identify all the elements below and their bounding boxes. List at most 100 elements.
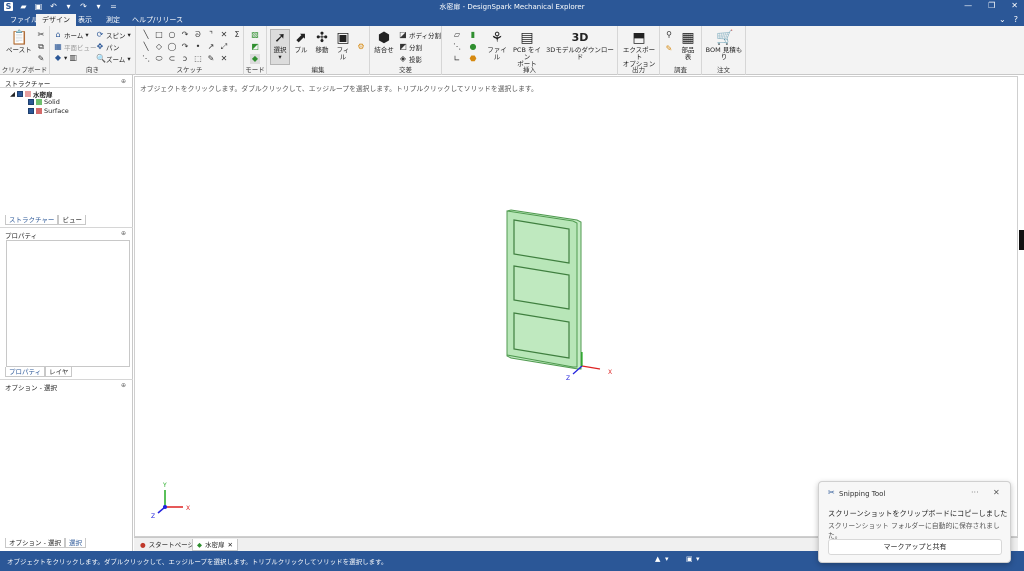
move-button[interactable]: ✣ 移動	[314, 30, 330, 54]
tree-item-solid[interactable]: Solid	[28, 98, 60, 106]
format-icon[interactable]: ✎	[36, 54, 46, 64]
polygon-tool-icon[interactable]: ◇	[154, 42, 164, 52]
pcb-import-button[interactable]: ▤ PCB をイン ポート	[512, 30, 542, 68]
minimize-button[interactable]: —	[964, 1, 972, 10]
tab-view-panel[interactable]: ビュー	[58, 215, 86, 225]
3d-mode-icon[interactable]: ◆	[250, 54, 260, 64]
home-button[interactable]: ⌂ ホーム ▾	[54, 30, 88, 41]
markup-share-button[interactable]: マークアップと共有	[828, 539, 1002, 555]
tangent-line-icon[interactable]: ╲	[141, 42, 151, 52]
fill-extra-icon[interactable]: ⚙	[356, 42, 366, 52]
split-icon: ◩	[399, 42, 407, 51]
status-display-icon[interactable]: ▣	[686, 555, 693, 563]
insert-file-button[interactable]: ⚘ ファイル	[486, 30, 508, 61]
point-tool-icon[interactable]: •	[193, 42, 203, 52]
cylinder-icon[interactable]: ▮	[468, 30, 478, 40]
structure-tabs: ストラクチャー ビュー	[5, 215, 86, 225]
tree-expand-icon[interactable]: ◢	[10, 90, 15, 98]
measure-icon[interactable]: ⚲	[664, 30, 674, 40]
doc-tab-design[interactable]: ◆ 水密扉 ✕	[192, 539, 238, 551]
move-icon: ✣	[316, 30, 328, 46]
3d-model-download-button[interactable]: 3D 3Dモデルのダウンロード	[546, 30, 614, 61]
project-button[interactable]: ◈ 投影	[399, 54, 422, 65]
axis-insert-icon[interactable]: ⋱	[452, 42, 462, 52]
spline-tool-icon[interactable]: ᘐ	[193, 30, 203, 40]
select-button[interactable]: ➚ 選択 ▾	[270, 29, 290, 65]
sketch-group-label: スケッチ	[176, 66, 203, 74]
tab-view[interactable]: 表示	[72, 14, 98, 26]
circle-tool-icon[interactable]: ○	[167, 30, 177, 40]
tab-measure[interactable]: 測定	[100, 14, 126, 26]
origin-insert-icon[interactable]: ∟	[452, 54, 462, 64]
ellipse-tool-icon[interactable]: ⬭	[154, 54, 164, 64]
tab-design[interactable]: デザイン	[36, 14, 76, 26]
tab-select[interactable]: 選択	[64, 538, 86, 548]
pull-button[interactable]: ⬈ プル	[293, 30, 309, 54]
bom-quote-button[interactable]: 🛒 BOM 見積も り	[705, 30, 743, 61]
section-mode-icon[interactable]: ◩	[250, 42, 260, 52]
sketch-mode-icon[interactable]: ▧	[250, 30, 260, 40]
copy-icon[interactable]: ⧉	[36, 42, 46, 52]
restore-button[interactable]: ❐	[988, 1, 995, 10]
tree-item-surface[interactable]: Surface	[28, 107, 69, 115]
tab-help[interactable]: ヘルプ/リリース	[126, 14, 189, 26]
solid-checkbox[interactable]	[28, 99, 34, 105]
cut-icon[interactable]: ✂	[36, 30, 46, 40]
doc-tab-close-icon[interactable]: ✕	[228, 539, 233, 551]
split-button[interactable]: ◩ 分割	[399, 42, 422, 53]
spin-button[interactable]: ⟳ スピン ▾	[96, 30, 131, 41]
combine-button[interactable]: ⬢ 結合せ	[373, 30, 395, 54]
project-tool-icon[interactable]: ⬚	[193, 54, 203, 64]
properties-pin-icon[interactable]: ⊕	[121, 230, 126, 237]
extend-tool-icon[interactable]: ⤢	[219, 42, 229, 52]
options-pin-icon[interactable]: ⊕	[121, 382, 126, 389]
line-tool-icon[interactable]: ╲	[141, 30, 151, 40]
corner-tool-icon[interactable]: ⌝	[206, 30, 216, 40]
sweep-arc-icon[interactable]: ↄ	[180, 54, 190, 64]
bend-tool-icon[interactable]: ✎	[206, 54, 216, 64]
arc-tool-icon[interactable]: ↷	[180, 30, 190, 40]
paste-button[interactable]: 📋 ペースト	[6, 30, 32, 54]
tree-root-checkbox[interactable]	[17, 91, 23, 97]
close-button[interactable]: ✕	[1011, 1, 1018, 10]
plane-insert-icon[interactable]: ▱	[452, 30, 462, 40]
split-body-button[interactable]: ◪ ボディ分割	[399, 30, 441, 41]
ribbon-collapse-icon[interactable]: ⌄	[999, 15, 1006, 24]
arc-3pt-icon[interactable]: ↷	[180, 42, 190, 52]
tab-options-select[interactable]: オプション - 選択	[5, 538, 65, 548]
parts-table-button[interactable]: ▦ 部品 表	[678, 30, 698, 61]
group-insert: ▱ ▮ ⋱ ● ∟ ⬣ ⚘ ファイル ▤ PCB をイン ポート 3D 3Dモデ…	[442, 26, 618, 75]
help-icon[interactable]: ?	[1014, 15, 1018, 24]
split-line-icon[interactable]: ✕	[219, 54, 229, 64]
doc-tab-start[interactable]: ● スタートページ	[136, 539, 198, 551]
fill-button[interactable]: ▣ フィル	[335, 30, 351, 61]
rectangle-tool-icon[interactable]: □	[154, 30, 164, 40]
tab-properties[interactable]: プロパティ	[5, 367, 46, 377]
view-cube-button[interactable]: ◆ ▾ ▥	[54, 54, 77, 63]
construction-line-icon[interactable]: ⋱	[141, 54, 151, 64]
surface-checkbox[interactable]	[28, 108, 34, 114]
offset-tool-icon[interactable]: ↗	[206, 42, 216, 52]
circle-3pt-icon[interactable]: ◯	[167, 42, 177, 52]
toast-more-button[interactable]: ···	[971, 488, 979, 497]
slot-tool-icon[interactable]: ⊂	[167, 54, 177, 64]
toast-close-button[interactable]: ✕	[993, 488, 1000, 497]
zoom-button[interactable]: 🔍 ズーム ▾	[96, 54, 131, 65]
3d-viewport[interactable]: オブジェクトをクリックします。ダブルクリックして、エッジループを選択します。トリ…	[134, 76, 1018, 537]
status-dropdown-icon[interactable]: ▾	[665, 555, 669, 563]
door-model[interactable]	[506, 209, 582, 370]
pan-button[interactable]: ✥ パン	[96, 42, 120, 53]
structure-pin-icon[interactable]: ⊕	[121, 78, 126, 85]
plane-view-button[interactable]: ▦ 平面ビュー	[54, 42, 96, 53]
trim-tool-icon[interactable]: ✕	[219, 30, 229, 40]
status-display-dropdown-icon[interactable]: ▾	[696, 555, 700, 563]
tab-structure[interactable]: ストラクチャー	[5, 215, 59, 225]
sphere-icon[interactable]: ●	[468, 42, 478, 52]
box-icon[interactable]: ⬣	[468, 54, 478, 64]
indicator-origin	[163, 505, 167, 509]
status-warning-icon[interactable]: ▲	[655, 555, 660, 563]
inspect-tool-icon[interactable]: ✎	[664, 44, 674, 54]
sigma-tool-icon[interactable]: Σ	[232, 30, 242, 40]
export-options-button[interactable]: ⬒ エクスポート オプション	[621, 30, 657, 68]
tab-layers[interactable]: レイヤ	[45, 367, 73, 377]
